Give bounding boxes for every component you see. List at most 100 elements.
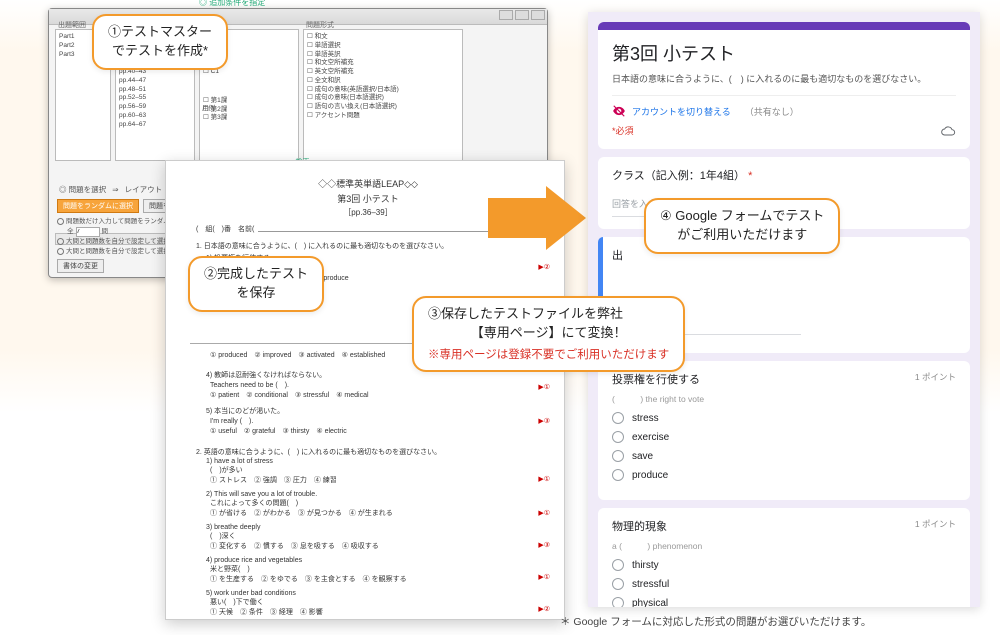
radio-icon[interactable] xyxy=(612,450,624,462)
list-item[interactable]: pp.64–67 xyxy=(119,121,191,130)
list-item[interactable]: ☐ 和文空所補充 xyxy=(307,59,459,68)
q2-3b: ( )深く xyxy=(210,531,540,541)
list-item[interactable]: ☐ 語句の言い換え(日本語選択) xyxy=(307,103,459,112)
q1-sub: ( ) the right to vote xyxy=(612,393,956,405)
radio-icon[interactable] xyxy=(612,578,624,590)
option-label: physical xyxy=(632,598,668,608)
callout-step2: ②完成したテスト を保存 xyxy=(188,256,324,312)
q2-4b: 米と野菜( ) xyxy=(210,564,540,574)
list-item[interactable]: ☐ 単語英訳 xyxy=(307,51,459,60)
q2-1: 1) have a lot of stress xyxy=(206,458,540,465)
format-list[interactable]: 問題形式 ☐ 和文☐ 単語選択☐ 単語英訳☐ 和文空所補充☐ 英文空所補充☐ 全… xyxy=(303,29,463,161)
list-item[interactable]: ☐ 英文空所補充 xyxy=(307,68,459,77)
qcount-input[interactable] xyxy=(76,227,100,237)
list-item[interactable]: pp.52–55 xyxy=(119,94,191,103)
step-select[interactable]: ◎ 問題を選択 xyxy=(59,185,106,194)
callout-line: ②完成したテスト xyxy=(204,265,308,284)
period-label: 用例 xyxy=(202,102,215,112)
list-item[interactable]: pp.48–51 xyxy=(119,86,191,95)
radio-icon[interactable] xyxy=(57,248,64,255)
shared-label: （共有なし） xyxy=(745,105,799,118)
opt3-label: 大問と問題数を自分で設定して選択 xyxy=(66,247,170,257)
q2-4: 4) produce rice and vegetables xyxy=(206,557,540,564)
format-label: 問題形式 xyxy=(306,20,334,30)
q2-3: 3) breathe deeply xyxy=(206,524,540,531)
list-item[interactable]: ☐ 成句の意味(日本語選択) xyxy=(307,94,459,103)
ans-mark: ▶② xyxy=(538,263,550,271)
option-label: stress xyxy=(632,413,659,424)
radio-option[interactable]: physical xyxy=(612,597,956,607)
radio-icon[interactable] xyxy=(612,597,624,607)
cloud-icon xyxy=(940,125,956,137)
add-condition-label[interactable]: ◎ 追加条件を指定 xyxy=(199,0,265,8)
radio-option[interactable]: stress xyxy=(612,412,956,424)
option-label: exercise xyxy=(632,432,669,443)
callout-line: 【専用ページ】にて変換！ xyxy=(428,324,669,343)
radio-icon[interactable] xyxy=(57,218,64,225)
list-item[interactable]: pp.56–59 xyxy=(119,103,191,112)
list-item[interactable]: ☐ 単語選択 xyxy=(307,42,459,51)
list-item[interactable]: ☐ 和文 xyxy=(307,33,459,42)
list-item[interactable]: ☐ アクセント問題 xyxy=(307,112,459,121)
arrow-icon: ⇒ xyxy=(112,185,118,194)
list-item[interactable]: ☐ 第3課 xyxy=(203,114,295,123)
callout-step1: ①テストマスター でテストを作成* xyxy=(92,14,228,70)
radio-option[interactable]: thirsty xyxy=(612,559,956,571)
opt2-label: 大問と問題数を自分で設定して選択 xyxy=(66,237,170,247)
ans-mark: ▶① xyxy=(538,573,550,581)
option-label: save xyxy=(632,451,653,462)
option-label: produce xyxy=(632,470,668,481)
q2-2: 2) This will save you a lot of trouble. xyxy=(206,491,540,498)
q2-1c: ① ストレス ② 強調 ③ 圧力 ④ 練習 xyxy=(210,475,540,485)
callout-step4: ④ Google フォームでテスト がご利用いただけます xyxy=(644,198,840,254)
q2-card: 1 ポイント 物理的現象 a ( ) phenomenon thirstystr… xyxy=(598,508,970,607)
flow-arrow-icon xyxy=(488,186,588,250)
option-label: thirsty xyxy=(632,560,659,571)
radio-icon[interactable] xyxy=(612,412,624,424)
close-button[interactable] xyxy=(531,10,545,20)
q1-4c: ① useful ② grateful ③ thirsty ④ electric xyxy=(210,426,540,436)
ans-mark: ▶③ xyxy=(538,417,550,425)
switch-account-link[interactable]: アカウントを切り替える xyxy=(632,105,731,118)
q2-3c: ① 変化する ② 慣する ③ 息を吸する ④ 吸収する xyxy=(210,541,540,551)
q-class-title: クラス（記入例：1年4組） xyxy=(612,170,745,182)
doc-sec2: 2. 英語の意味に合うように、( ) に入れるのに最も適切なものを選びなさい。 xyxy=(196,448,540,459)
radio-icon[interactable] xyxy=(612,469,624,481)
min-button[interactable] xyxy=(499,10,513,20)
list-item[interactable]: ☐ 全文和訳 xyxy=(307,77,459,86)
radio-option[interactable]: exercise xyxy=(612,431,956,443)
step-layout[interactable]: レイアウト xyxy=(125,185,163,194)
q2-5b: 悪い( )下で働く xyxy=(210,597,540,607)
points-label: 1 ポイント xyxy=(915,518,956,530)
radio-icon[interactable] xyxy=(612,431,624,443)
radio-option[interactable]: stressful xyxy=(612,578,956,590)
change-font-button[interactable]: 書体の変更 xyxy=(57,259,104,273)
q1-card: 1 ポイント 投票権を行使する ( ) the right to vote st… xyxy=(598,361,970,500)
tab-random[interactable]: 問題をランダムに選択 xyxy=(57,199,139,213)
q2-title: 物理的現象 xyxy=(612,518,956,534)
radio-icon[interactable] xyxy=(612,559,624,571)
radio-option[interactable]: produce xyxy=(612,469,956,481)
q1-4: 5) 本当にのどが渇いた。 xyxy=(206,406,540,416)
footnote: ＊ Google フォームに対応した形式の問題がお選びいただけます。 xyxy=(560,614,871,629)
callout-line: ③保存したテストファイルを弊社 xyxy=(428,305,669,324)
doc-meta-left: ( 組( )番 名前( xyxy=(196,224,254,234)
q2-1b: ( )が多い xyxy=(210,465,540,475)
radio-icon[interactable] xyxy=(57,238,64,245)
q1-4b: I'm really ( ). xyxy=(210,416,540,426)
radio-option[interactable]: save xyxy=(612,450,956,462)
q2-4c: ① を生産する ② をゆでる ③ を主食とする ④ を観察する xyxy=(210,574,540,584)
q2-2b: これによって多くの問題( ) xyxy=(210,498,540,508)
max-button[interactable] xyxy=(515,10,529,20)
ans-mark: ▶① xyxy=(538,383,550,391)
callout-line: でテストを作成* xyxy=(108,42,212,61)
list-item[interactable]: pp.44–47 xyxy=(119,77,191,86)
callout-line: を保存 xyxy=(204,284,308,303)
list-item[interactable]: pp.60–63 xyxy=(119,112,191,121)
list-item[interactable]: ☐ 第1課 xyxy=(203,97,295,106)
callout-line: ①テストマスター xyxy=(108,23,212,42)
q-hidden-title: 出 xyxy=(612,250,623,262)
ans-mark: ▶① xyxy=(538,475,550,483)
callout-line: ④ Google フォームでテスト xyxy=(660,207,824,226)
q1-3c: ① patient ② conditional ③ stressful ④ me… xyxy=(210,390,540,400)
